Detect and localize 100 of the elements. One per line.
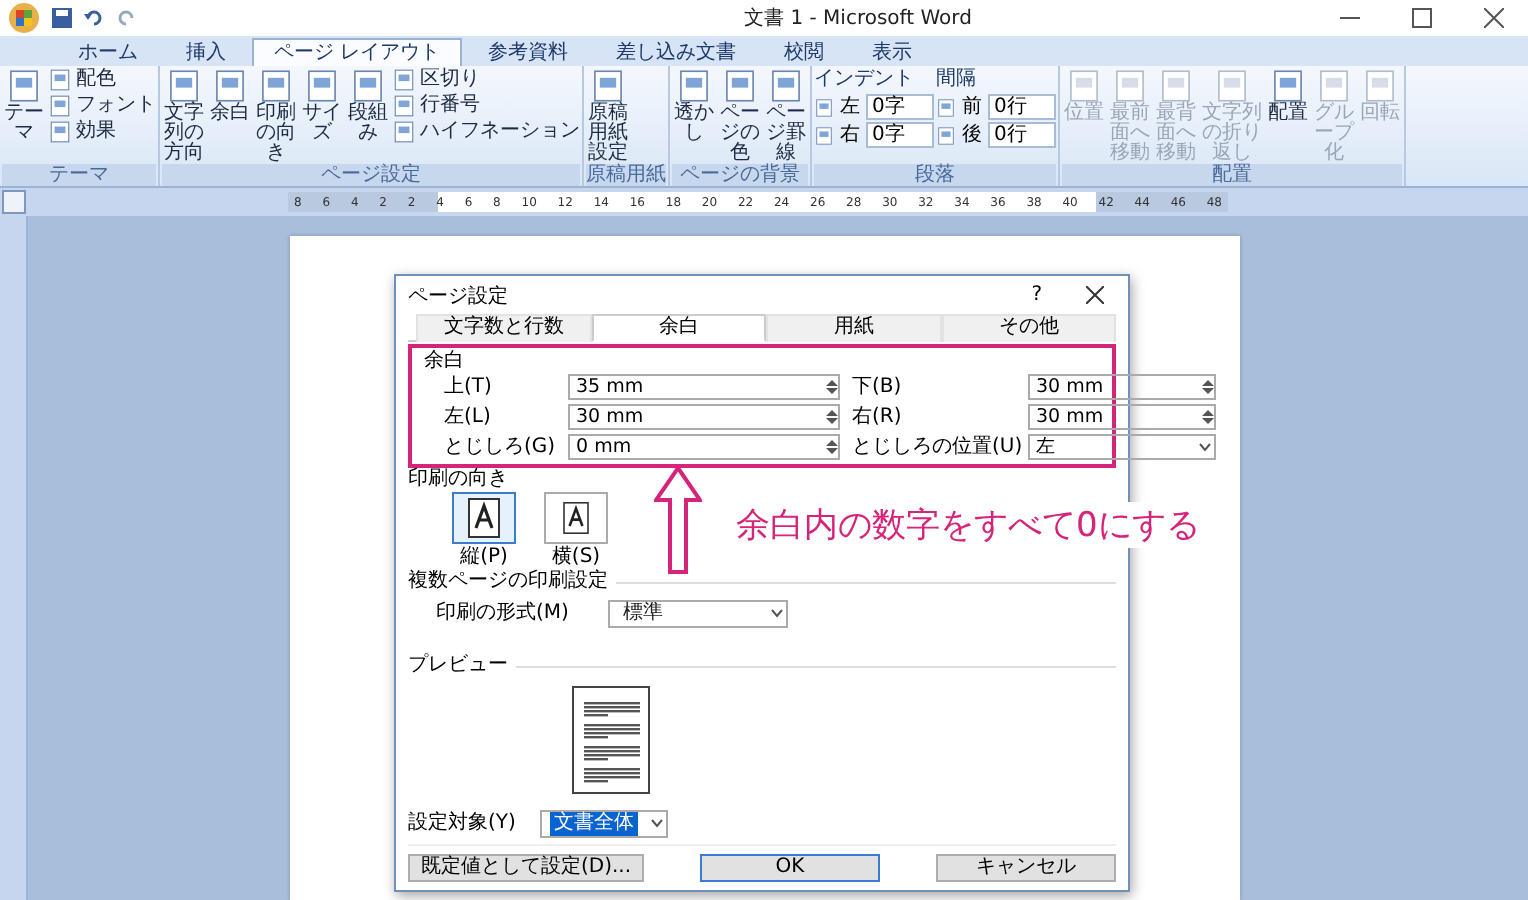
spin-field[interactable]: 0字 [866,94,934,120]
field-label: 上(T) [444,375,494,399]
spin-field[interactable]: 30 mm [1028,374,1216,400]
dialog-button[interactable]: OK [700,854,880,882]
page-letter-icon [468,498,500,538]
ribbon-button[interactable]: 文字列の方向 [162,68,206,164]
page-icon [48,120,72,144]
spin-field[interactable]: 0行 [988,122,1056,148]
window-title: 文書 1 - Microsoft Word [742,5,974,32]
page-icon [936,97,956,117]
ribbon-button[interactable]: ハイフネーション [392,120,580,144]
dialog-button[interactable]: キャンセル [936,854,1116,882]
save-icon[interactable] [52,8,72,28]
ribbon-tab[interactable]: 校閲 [762,38,847,66]
ribbon-tab[interactable]: ホーム [56,38,160,66]
ribbon-button[interactable]: 余白 [208,68,252,124]
ribbon-button[interactable]: 区切り [392,68,580,92]
orientation-button[interactable] [544,492,608,544]
dialog-tab[interactable]: 文字数と行数 [416,314,591,342]
ribbon-tab[interactable]: 差し込み文書 [594,38,759,66]
ribbon-button[interactable]: 配色 [48,68,156,92]
dialog-tab[interactable]: その他 [941,314,1116,342]
page-icon [166,68,202,104]
page-icon [1316,68,1352,104]
ribbon-button[interactable]: 配置 [1266,68,1310,124]
ribbon-button[interactable]: テーマ [2,68,46,144]
page-icon [392,68,416,92]
spin-label: 右 [840,123,860,147]
field-label: 印刷の形式(M) [436,602,569,626]
group-label: 段落 [814,164,1056,186]
option-label: 縦(P) [460,546,508,570]
section-label: プレビュー [408,654,508,678]
ribbon-button[interactable]: 印刷の向き [254,68,298,164]
page-icon [1066,68,1102,104]
spin-field[interactable]: 30 mm [568,404,840,430]
page-icon [1362,68,1398,104]
ribbon-button[interactable]: ページの色 [718,68,762,164]
page-icon [768,68,804,104]
page-icon [1112,68,1148,104]
spin-icon[interactable] [1202,408,1214,426]
spin-icon[interactable] [826,408,838,426]
spin-icon[interactable] [826,378,838,396]
ribbon-button[interactable]: 原稿用紙設定 [586,68,630,164]
dialog-tab[interactable]: 用紙 [766,314,941,342]
group-label: 原稿用紙 [586,164,666,186]
orientation-button[interactable] [452,492,516,544]
ribbon-button[interactable]: 行番号 [392,94,580,118]
page-icon [392,120,416,144]
ribbon-button[interactable]: 段組み [346,68,390,144]
dropdown[interactable]: 左 [1028,434,1216,460]
spin-label: 前 [962,95,982,119]
spin-icon[interactable] [826,438,838,456]
ribbon-tab[interactable]: 表示 [850,38,935,66]
tab-selector[interactable] [2,190,26,214]
undo-icon[interactable] [84,8,104,28]
close-icon[interactable] [1086,286,1104,304]
office-logo[interactable] [8,2,40,34]
spin-label: 後 [962,123,982,147]
section-label: 複数ページの印刷設定 [408,570,608,594]
ribbon-tab[interactable]: ページ レイアウト [252,38,463,66]
page-icon [722,68,758,104]
page-icon [212,68,248,104]
page-icon [676,68,712,104]
spin-field[interactable]: 35 mm [568,374,840,400]
field-label: とじしろの位置(U) [852,435,1025,459]
group-heading: インデント [814,68,916,92]
option-label: 横(S) [551,546,601,569]
field-label: 設定対象(Y) [408,812,516,836]
page-icon [590,68,626,104]
page-icon [392,94,416,118]
page-icon [814,125,834,145]
annotation-text: 余白内の数字をすべて0にする [736,502,1200,548]
spin-field[interactable]: 0 mm [568,434,840,460]
ribbon-button[interactable]: ページ罫線 [764,68,808,164]
ribbon-button[interactable]: フォント [48,94,156,118]
spin-icon[interactable] [1202,378,1214,396]
spin-field[interactable]: 0行 [988,94,1056,120]
ribbon-tab[interactable]: 参考資料 [466,38,591,66]
close-icon[interactable] [1484,8,1504,28]
field-label: 右(R) [852,405,904,429]
maximize-icon[interactable] [1412,8,1432,28]
page-icon [304,68,340,104]
dropdown[interactable]: 標準 [608,600,789,628]
ribbon-button[interactable]: 効果 [48,120,156,144]
field-label: 左(L) [444,405,493,429]
dialog-button[interactable]: 既定値として設定(D)... [408,854,644,882]
spin-field[interactable]: 0字 [866,122,934,148]
spin-field[interactable]: 30 mm [1028,404,1216,430]
page-preview-drawing [572,686,652,796]
dropdown[interactable]: 文書全体 [539,810,668,838]
ribbon-tab[interactable]: 挿入 [164,38,248,66]
page-icon [1158,68,1194,104]
ribbon-button[interactable]: サイズ [300,68,344,144]
page-icon [936,125,956,145]
dialog-tab[interactable]: 余白 [591,314,766,342]
section-label: 印刷の向き [408,468,508,492]
page-icon [350,68,386,104]
help-button[interactable]: ? [1031,283,1042,307]
ribbon-button[interactable]: 透かし [672,68,716,144]
group-label: 配置 [1062,164,1402,186]
